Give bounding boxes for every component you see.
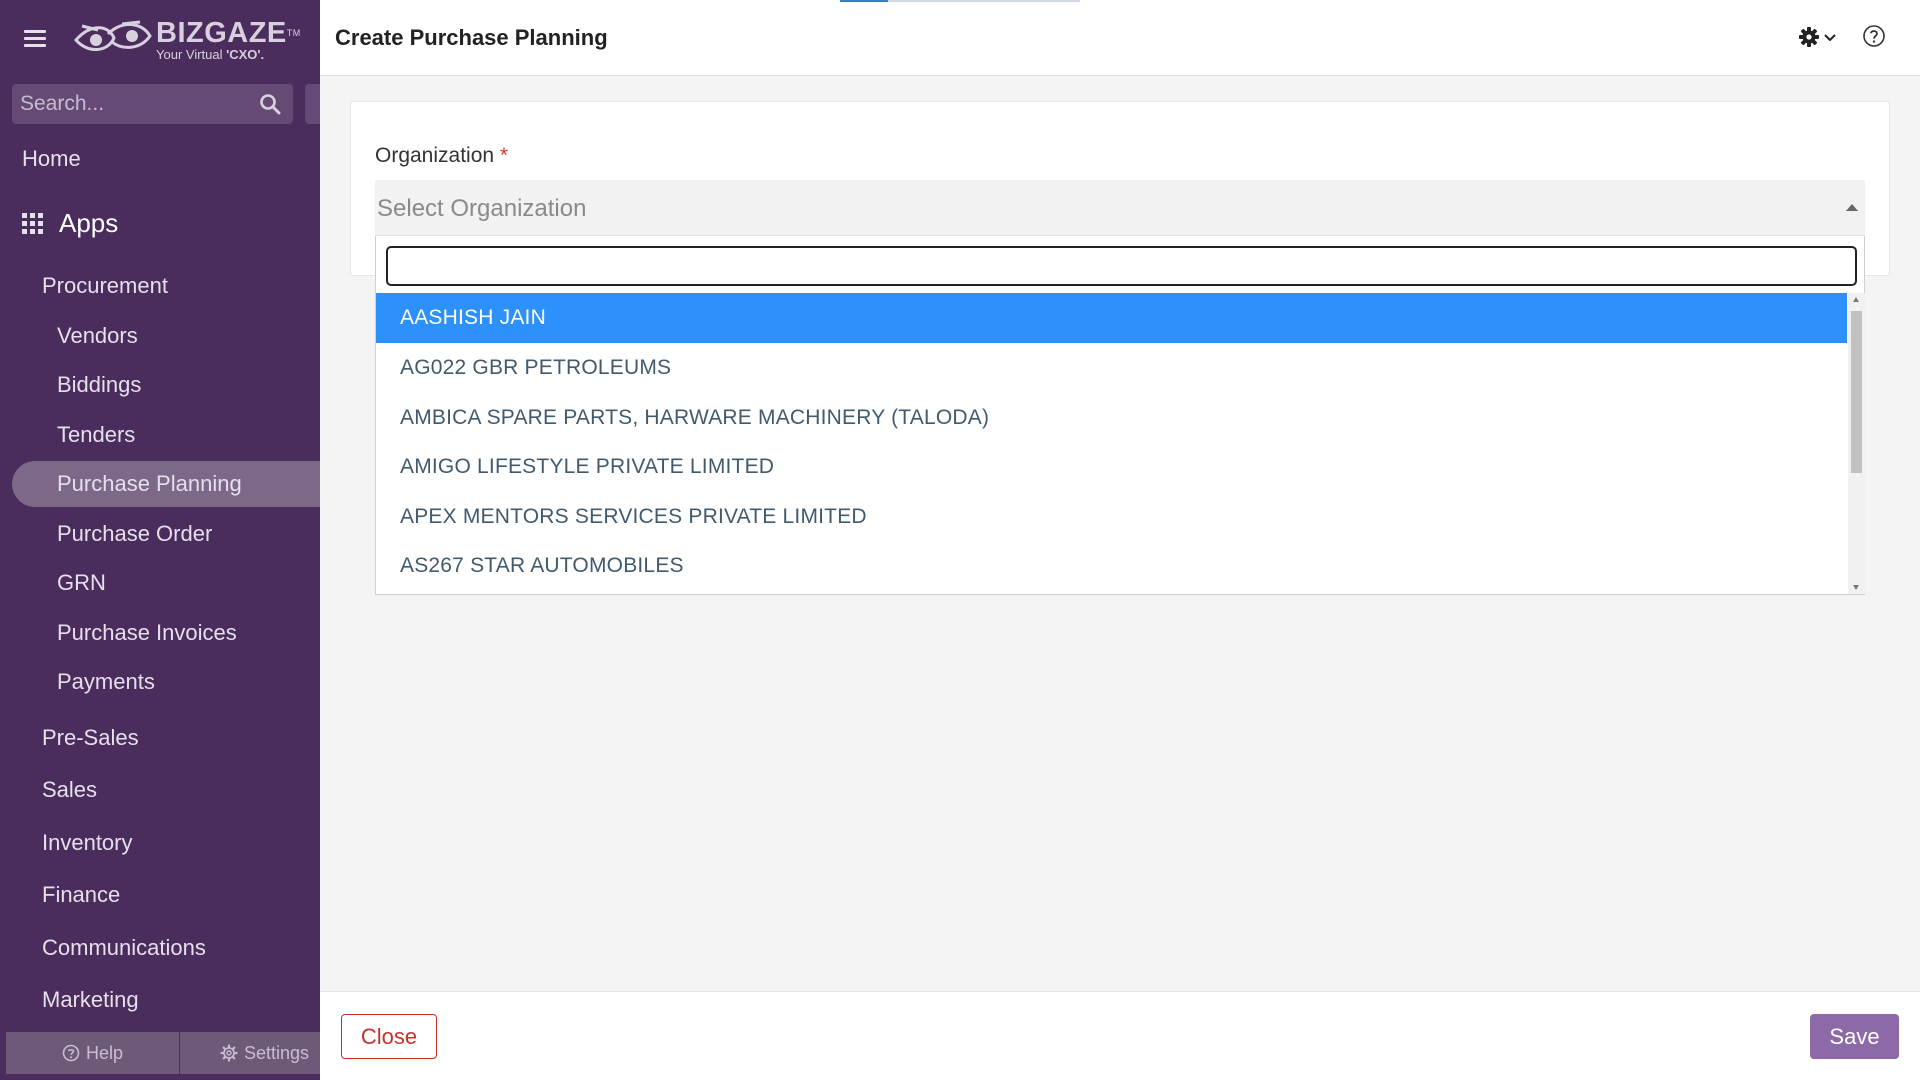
scroll-up-arrow-icon[interactable] [1853, 297, 1859, 302]
loading-progress-strip [840, 0, 1080, 2]
sidebar-search-input[interactable] [12, 84, 293, 124]
sidebar-settings-button[interactable]: Settings [180, 1032, 320, 1074]
dropdown-option[interactable]: AS267 STAR AUTOMOBILES [376, 541, 1847, 591]
help-circle-icon [62, 1044, 80, 1062]
logo-brand-text: BIZGAZETM [156, 17, 301, 49]
required-marker: * [499, 144, 509, 167]
dropdown-option[interactable]: AG022 GBR PETROLEUMS [376, 343, 1847, 393]
sidebar-item-purchase-order[interactable]: Purchase Order [57, 521, 212, 547]
settings-dropdown[interactable] [1798, 26, 1837, 48]
dropdown-option[interactable]: APEX MENTORS SERVICES PRIVATE LIMITED [376, 492, 1847, 542]
sidebar-search-toggle[interactable] [305, 84, 320, 124]
gear-icon [1799, 27, 1819, 47]
sidebar-item-pre-sales[interactable]: Pre-Sales [42, 725, 139, 751]
sidebar-apps-header[interactable]: Apps [22, 208, 118, 239]
top-header: Create Purchase Planning [320, 0, 1920, 76]
sidebar-item-grn[interactable]: GRN [57, 570, 106, 596]
dropdown-scrollbar[interactable] [1848, 293, 1865, 594]
scroll-down-arrow-icon[interactable] [1853, 585, 1859, 590]
hamburger-menu-icon[interactable] [24, 30, 46, 52]
apps-grid-icon [22, 213, 43, 234]
dropdown-option[interactable]: AMIGO LIFESTYLE PRIVATE LIMITED [376, 442, 1847, 492]
sidebar-item-payments[interactable]: Payments [57, 669, 155, 695]
logo-eyes-icon [74, 20, 152, 51]
search-icon[interactable] [259, 93, 281, 115]
dropdown-option[interactable]: AMBICA SPARE PARTS, HARWARE MACHINERY (T… [376, 393, 1847, 443]
organization-select[interactable]: Select Organization [375, 180, 1865, 236]
organization-label: Organization * [375, 144, 509, 167]
sidebar-footer: Help Settings [6, 1032, 320, 1074]
page-title: Create Purchase Planning [335, 25, 608, 50]
dropdown-search [386, 246, 1857, 286]
logo-tagline: Your Virtual 'CXO'. [156, 47, 265, 62]
dropdown-search-input[interactable] [388, 248, 1855, 284]
sidebar-item-procurement[interactable]: Procurement [42, 273, 168, 299]
sidebar-item-communications[interactable]: Communications [42, 935, 206, 961]
gear-icon [220, 1044, 238, 1062]
scrollbar-thumb[interactable] [1851, 311, 1862, 473]
sidebar-apps-label: Apps [59, 208, 119, 238]
bottom-action-bar [320, 991, 1920, 1080]
sidebar-item-vendors[interactable]: Vendors [57, 323, 138, 349]
sidebar-item-tenders[interactable]: Tenders [57, 422, 135, 448]
app-logo[interactable]: BIZGAZETM Your Virtual 'CXO'. [74, 18, 301, 62]
sidebar-settings-label: Settings [244, 1042, 310, 1063]
caret-up-icon [1846, 204, 1858, 211]
sidebar-item-inventory[interactable]: Inventory [42, 830, 133, 856]
organization-dropdown: AASHISH JAIN AG022 GBR PETROLEUMS AMBICA… [375, 236, 1865, 595]
sidebar-search [12, 84, 293, 124]
help-icon[interactable] [1862, 24, 1886, 48]
sidebar-item-biddings[interactable]: Biddings [57, 372, 141, 398]
sidebar-item-marketing[interactable]: Marketing [42, 987, 139, 1013]
organization-select-value: Select Organization [377, 195, 587, 222]
sidebar-help-button[interactable]: Help [6, 1032, 180, 1074]
sidebar-help-label: Help [85, 1042, 124, 1063]
sidebar-item-sales[interactable]: Sales [42, 777, 97, 803]
close-button[interactable]: Close [341, 1014, 437, 1059]
save-button[interactable]: Save [1810, 1014, 1899, 1059]
chevron-down-icon [1824, 34, 1836, 42]
sidebar-item-purchase-invoices[interactable]: Purchase Invoices [57, 620, 237, 646]
dropdown-options-list: AASHISH JAIN AG022 GBR PETROLEUMS AMBICA… [376, 293, 1847, 594]
sidebar-item-finance[interactable]: Finance [42, 882, 120, 908]
dropdown-option[interactable]: AASHISH JAIN [376, 293, 1847, 343]
sidebar-item-purchase-planning[interactable]: Purchase Planning [57, 471, 242, 497]
sidebar: BIZGAZETM Your Virtual 'CXO'. Home Apps … [0, 0, 320, 1080]
sidebar-item-home[interactable]: Home [22, 146, 81, 172]
